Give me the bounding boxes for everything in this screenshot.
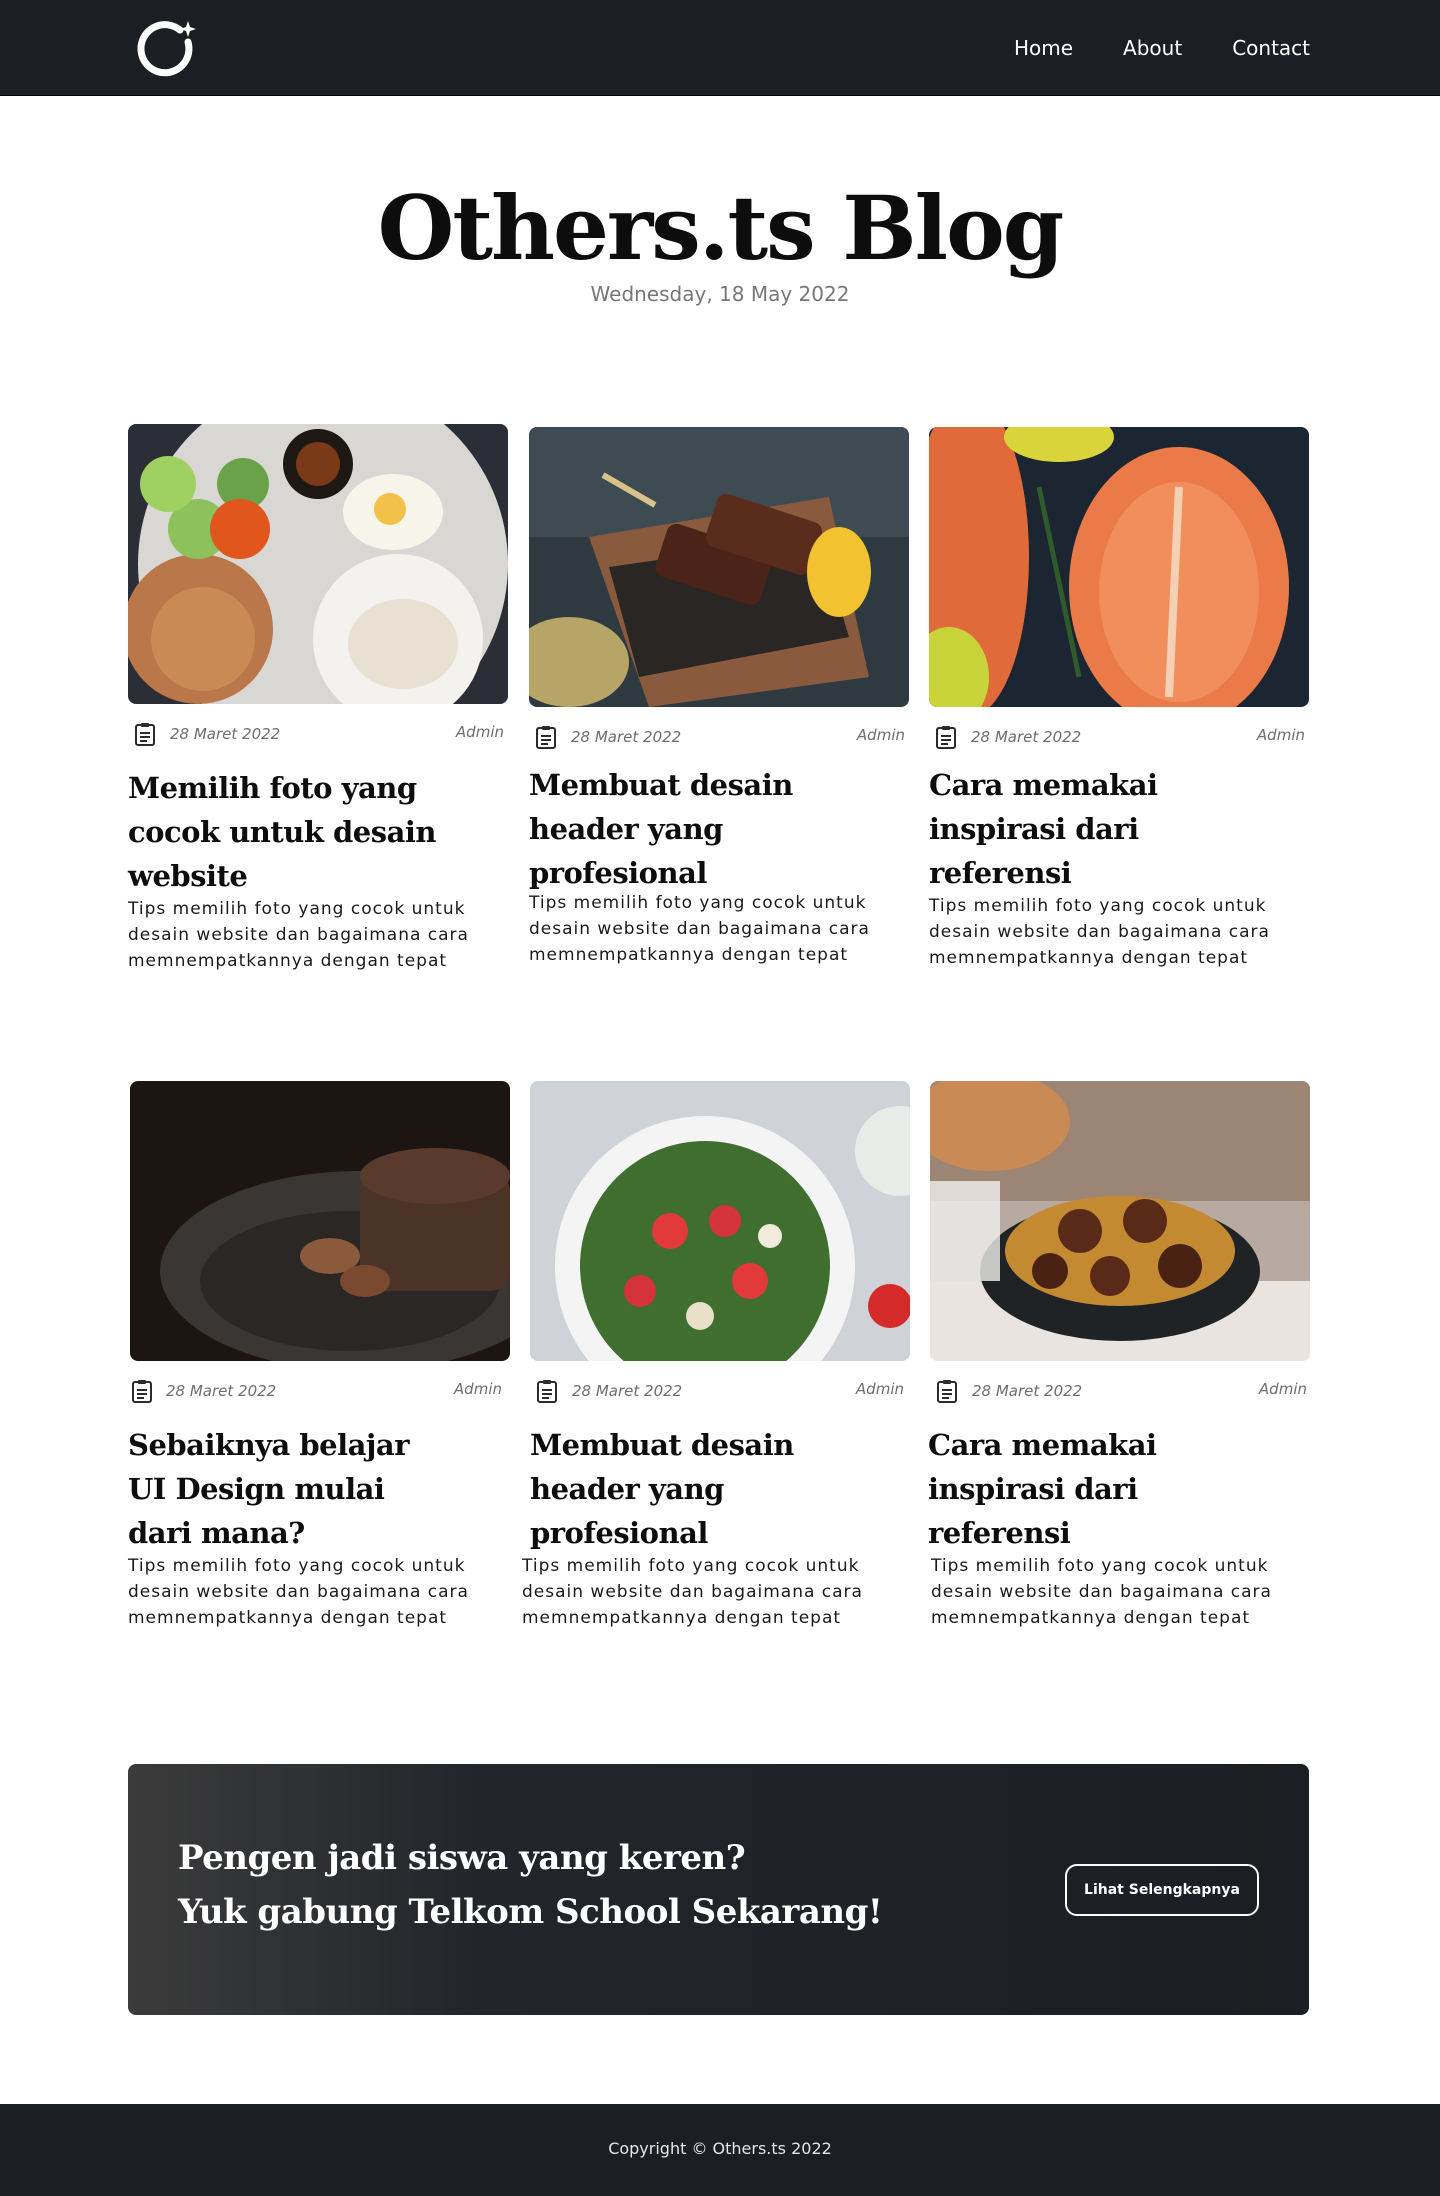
post-title[interactable]: Membuat desain header yang profesional — [529, 763, 849, 897]
post-meta: 28 Maret 2022 Admin — [530, 1377, 910, 1405]
cta-heading-line-2: Yuk gabung Telkom School Sekarang! — [178, 1892, 883, 1932]
clipboard-icon — [936, 726, 956, 749]
post-title[interactable]: Membuat desain header yang profesional — [530, 1423, 850, 1557]
blog-card[interactable]: 28 Maret 2022 Admin Memilih foto yang co… — [128, 424, 508, 974]
post-description: Tips memilih foto yang cocok untuk desai… — [529, 893, 870, 965]
cta-banner: Pengen jadi siswa yang keren? Yuk gabung… — [128, 1764, 1309, 2015]
post-description: Tips memilih foto yang cocok untuk desai… — [128, 899, 469, 971]
nav-link-about[interactable]: About — [1123, 36, 1182, 60]
footer: Copyright © Others.ts 2022 — [0, 2104, 1440, 2196]
post-title[interactable]: Cara memakai inspirasi dari referensi — [929, 763, 1269, 897]
blog-card[interactable]: 28 Maret 2022 Admin Cara memakai inspira… — [928, 1081, 1310, 1631]
chocolate-pancakes-photo[interactable] — [130, 1081, 510, 1361]
post-author: Admin — [455, 723, 504, 741]
post-author: Admin — [1256, 726, 1305, 744]
copyright-text: Copyright © Others.ts 2022 — [608, 2139, 832, 2158]
post-author: Admin — [1258, 1380, 1307, 1398]
post-meta: 28 Maret 2022 Admin — [529, 723, 909, 751]
post-date: 28 Maret 2022 — [971, 728, 1082, 746]
post-description: Tips memilih foto yang cocok untuk desai… — [522, 1556, 863, 1628]
post-author: Admin — [855, 1380, 904, 1398]
salmon-steak-photo[interactable] — [929, 427, 1309, 707]
post-description: Tips memilih foto yang cocok untuk desai… — [128, 1556, 469, 1628]
post-meta: 28 Maret 2022 Admin — [130, 1377, 510, 1405]
clipboard-icon — [937, 1380, 957, 1403]
grilled-satay-photo[interactable] — [529, 427, 909, 707]
post-date: 28 Maret 2022 — [571, 728, 682, 746]
post-meta: 28 Maret 2022 Admin — [930, 1377, 1310, 1405]
blog-card[interactable]: 28 Maret 2022 Admin Membuat desain heade… — [522, 1081, 910, 1631]
post-date: 28 Maret 2022 — [572, 1382, 683, 1400]
see-more-button[interactable]: Lihat Selengkapnya — [1065, 1864, 1259, 1916]
post-title[interactable]: Memilih foto yang cocok untuk desain web… — [128, 766, 448, 900]
navbar: Home About Contact — [0, 0, 1440, 96]
page-date: Wednesday, 18 May 2022 — [590, 282, 850, 306]
post-description: Tips memilih foto yang cocok untuk desai… — [931, 1556, 1272, 1628]
nasi-goreng-plate-photo[interactable] — [128, 424, 508, 704]
meatball-noodles-photo[interactable] — [930, 1081, 1310, 1361]
strawberry-salad-photo[interactable] — [530, 1081, 910, 1361]
post-description: Tips memilih foto yang cocok untuk desai… — [929, 896, 1270, 968]
post-author: Admin — [453, 1380, 502, 1398]
nav-link-home[interactable]: Home — [1014, 36, 1073, 60]
post-date: 28 Maret 2022 — [170, 725, 281, 743]
clipboard-icon — [536, 726, 556, 749]
blog-card[interactable]: 28 Maret 2022 Admin Sebaiknya belajar UI… — [128, 1081, 510, 1631]
post-meta: 28 Maret 2022 Admin — [929, 723, 1309, 751]
clipboard-icon — [132, 1380, 152, 1403]
blog-card[interactable]: 28 Maret 2022 Admin Cara memakai inspira… — [929, 427, 1309, 971]
post-date: 28 Maret 2022 — [166, 1382, 277, 1400]
blog-card[interactable]: 28 Maret 2022 Admin Membuat desain heade… — [529, 427, 909, 968]
nav-link-contact[interactable]: Contact — [1232, 36, 1310, 60]
post-title[interactable]: Sebaiknya belajar UI Design mulai dari m… — [128, 1423, 448, 1557]
circle-sparkle-logo-icon — [137, 21, 196, 77]
post-meta: 28 Maret 2022 Admin — [128, 720, 508, 748]
post-date: 28 Maret 2022 — [972, 1382, 1083, 1400]
page-title: Others.ts Blog — [377, 176, 1065, 280]
main-nav: Home About Contact — [1014, 0, 1310, 96]
post-author: Admin — [856, 726, 905, 744]
post-title[interactable]: Cara memakai inspirasi dari referensi — [928, 1423, 1268, 1557]
clipboard-icon — [135, 723, 155, 746]
clipboard-icon — [537, 1380, 557, 1403]
cta-heading-line-1: Pengen jadi siswa yang keren? — [178, 1838, 746, 1878]
